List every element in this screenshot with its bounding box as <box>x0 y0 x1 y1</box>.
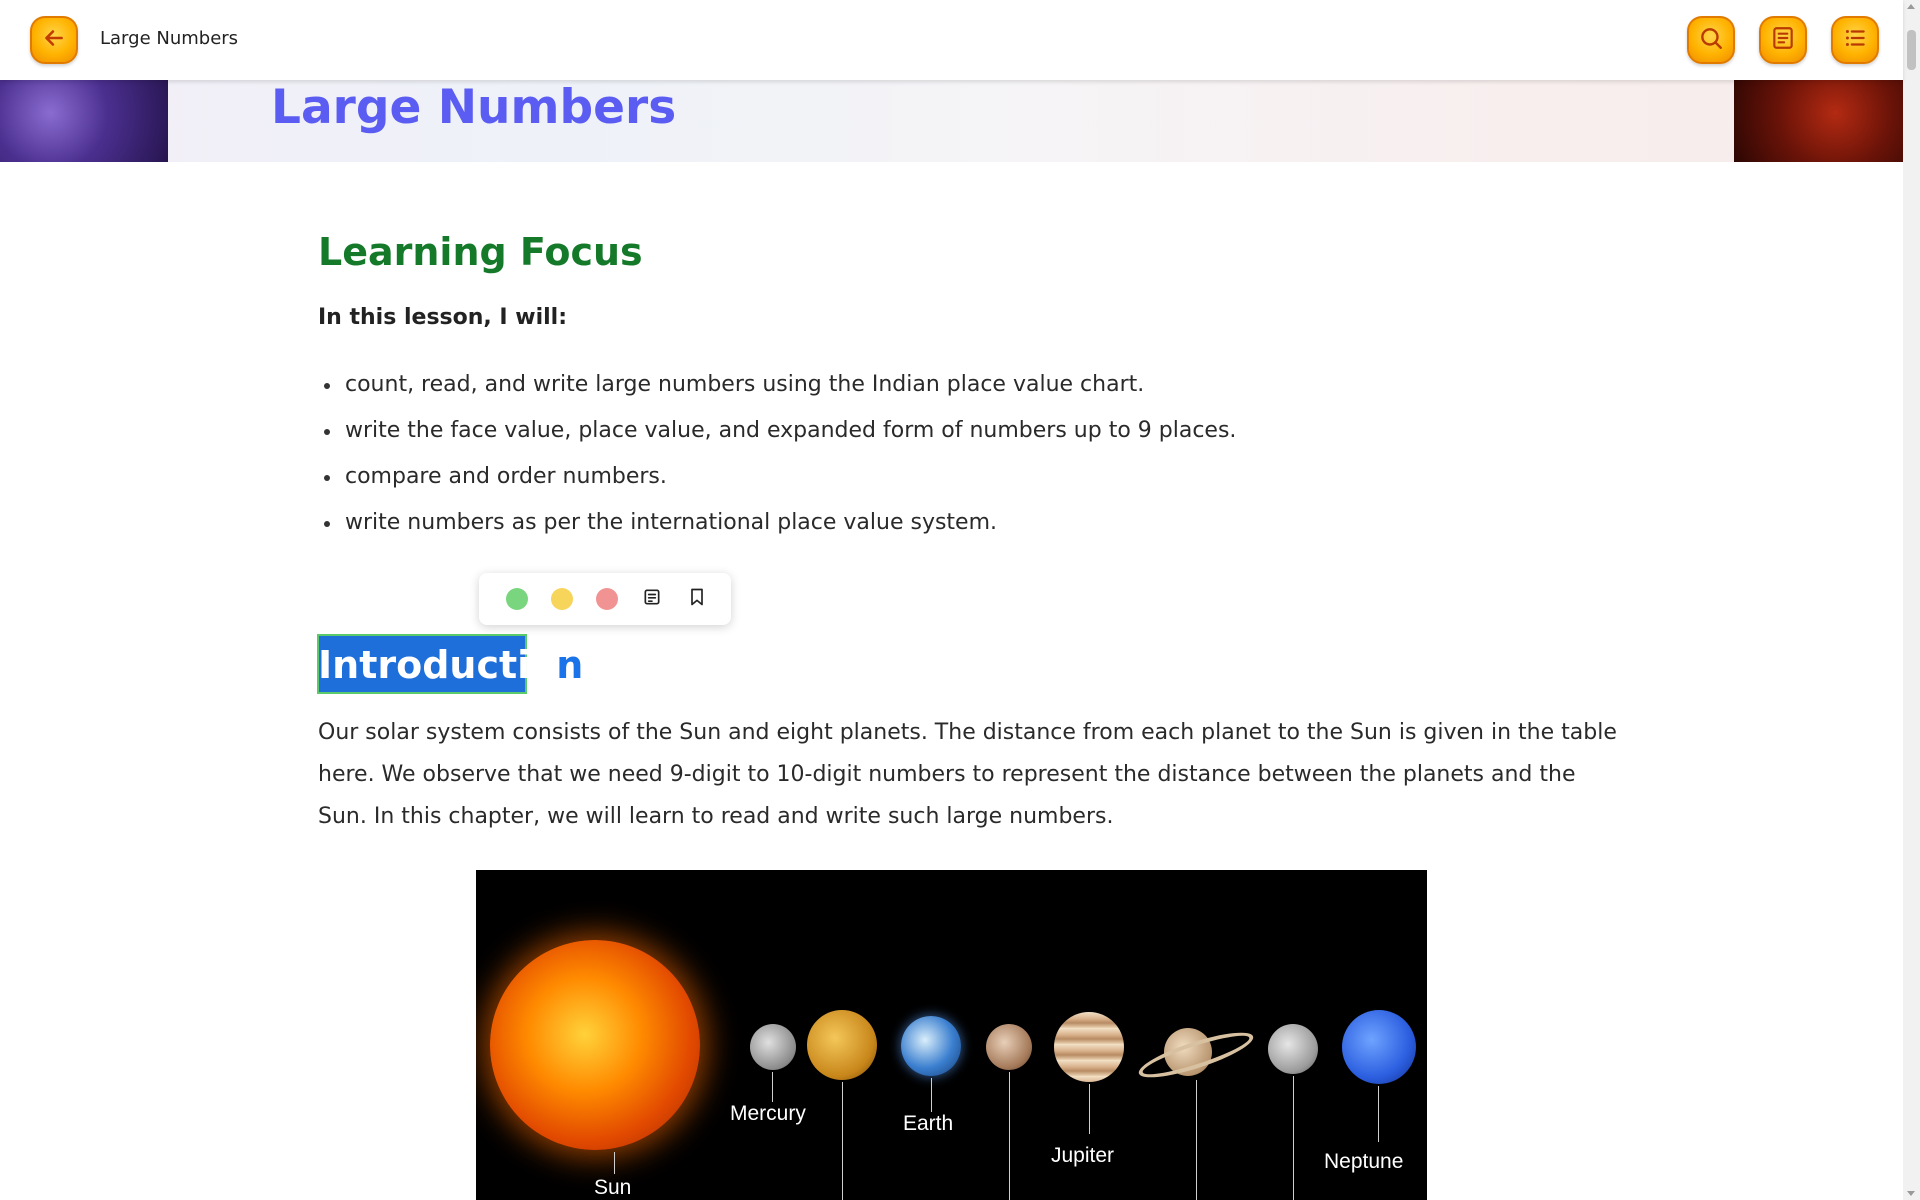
list-item: write the face value, place value, and e… <box>318 415 1236 461</box>
learning-focus-section: Learning Focus <box>318 230 1618 274</box>
list-item: write numbers as per the international p… <box>318 507 1236 553</box>
uranus-planet <box>1268 1024 1318 1074</box>
scrollbar[interactable] <box>1903 0 1920 1200</box>
bookmark-icon <box>687 587 707 611</box>
chapter-title: Large Numbers <box>271 80 677 135</box>
top-bar: Large Numbers <box>0 0 1903 80</box>
add-note-button[interactable] <box>641 588 663 610</box>
search-button[interactable] <box>1687 16 1735 64</box>
arrow-left-icon <box>41 25 67 55</box>
learning-focus-heading: Learning Focus <box>318 230 643 274</box>
search-icon <box>1698 25 1724 55</box>
list-item: compare and order numbers. <box>318 461 1236 507</box>
note-icon <box>642 587 662 611</box>
heading-text-rest[interactable]: n <box>556 643 583 687</box>
banner-galaxy-image <box>0 80 168 162</box>
bookmark-button[interactable] <box>686 588 708 610</box>
highlight-red-button[interactable] <box>596 588 618 610</box>
sun-label: Sun <box>594 1176 632 1199</box>
scroll-thumb[interactable] <box>1907 30 1916 70</box>
mars-planet <box>986 1024 1032 1070</box>
neptune-planet <box>1342 1010 1416 1084</box>
mercury-planet <box>750 1024 796 1070</box>
neptune-label: Neptune <box>1324 1150 1404 1173</box>
earth-label: Earth <box>903 1112 954 1135</box>
highlight-yellow-button[interactable] <box>551 588 573 610</box>
selected-heading-text[interactable]: Introductio <box>318 643 556 687</box>
note-icon <box>1770 25 1796 55</box>
table-of-contents-button[interactable] <box>1831 16 1879 64</box>
scroll-up-arrow[interactable] <box>1907 4 1915 9</box>
banner-nebula-image <box>1734 80 1903 162</box>
scroll-down-arrow[interactable] <box>1907 1191 1915 1196</box>
jupiter-label: Jupiter <box>1051 1144 1115 1167</box>
highlight-toolbar <box>479 573 731 625</box>
notes-button[interactable] <box>1759 16 1807 64</box>
sun-planet <box>490 940 700 1150</box>
introduction-paragraph[interactable]: Our solar system consists of the Sun and… <box>318 712 1618 838</box>
list-icon <box>1842 25 1868 55</box>
venus-planet <box>807 1010 877 1080</box>
learning-focus-list: count, read, and write large numbers usi… <box>318 369 1236 553</box>
app-title: Large Numbers <box>100 28 239 49</box>
earth-planet <box>901 1016 961 1076</box>
mercury-label: Mercury <box>730 1102 806 1125</box>
jupiter-planet <box>1054 1012 1124 1082</box>
chapter-banner: Large Numbers <box>0 80 1903 162</box>
list-item: count, read, and write large numbers usi… <box>318 369 1236 415</box>
solar-system-image: Sun Mercury Earth Jupiter Neptune <box>476 870 1427 1200</box>
back-button[interactable] <box>30 16 78 64</box>
highlight-green-button[interactable] <box>506 588 528 610</box>
introduction-heading[interactable]: Introduction <box>318 636 583 694</box>
lesson-intro: In this lesson, I will: <box>318 305 568 330</box>
